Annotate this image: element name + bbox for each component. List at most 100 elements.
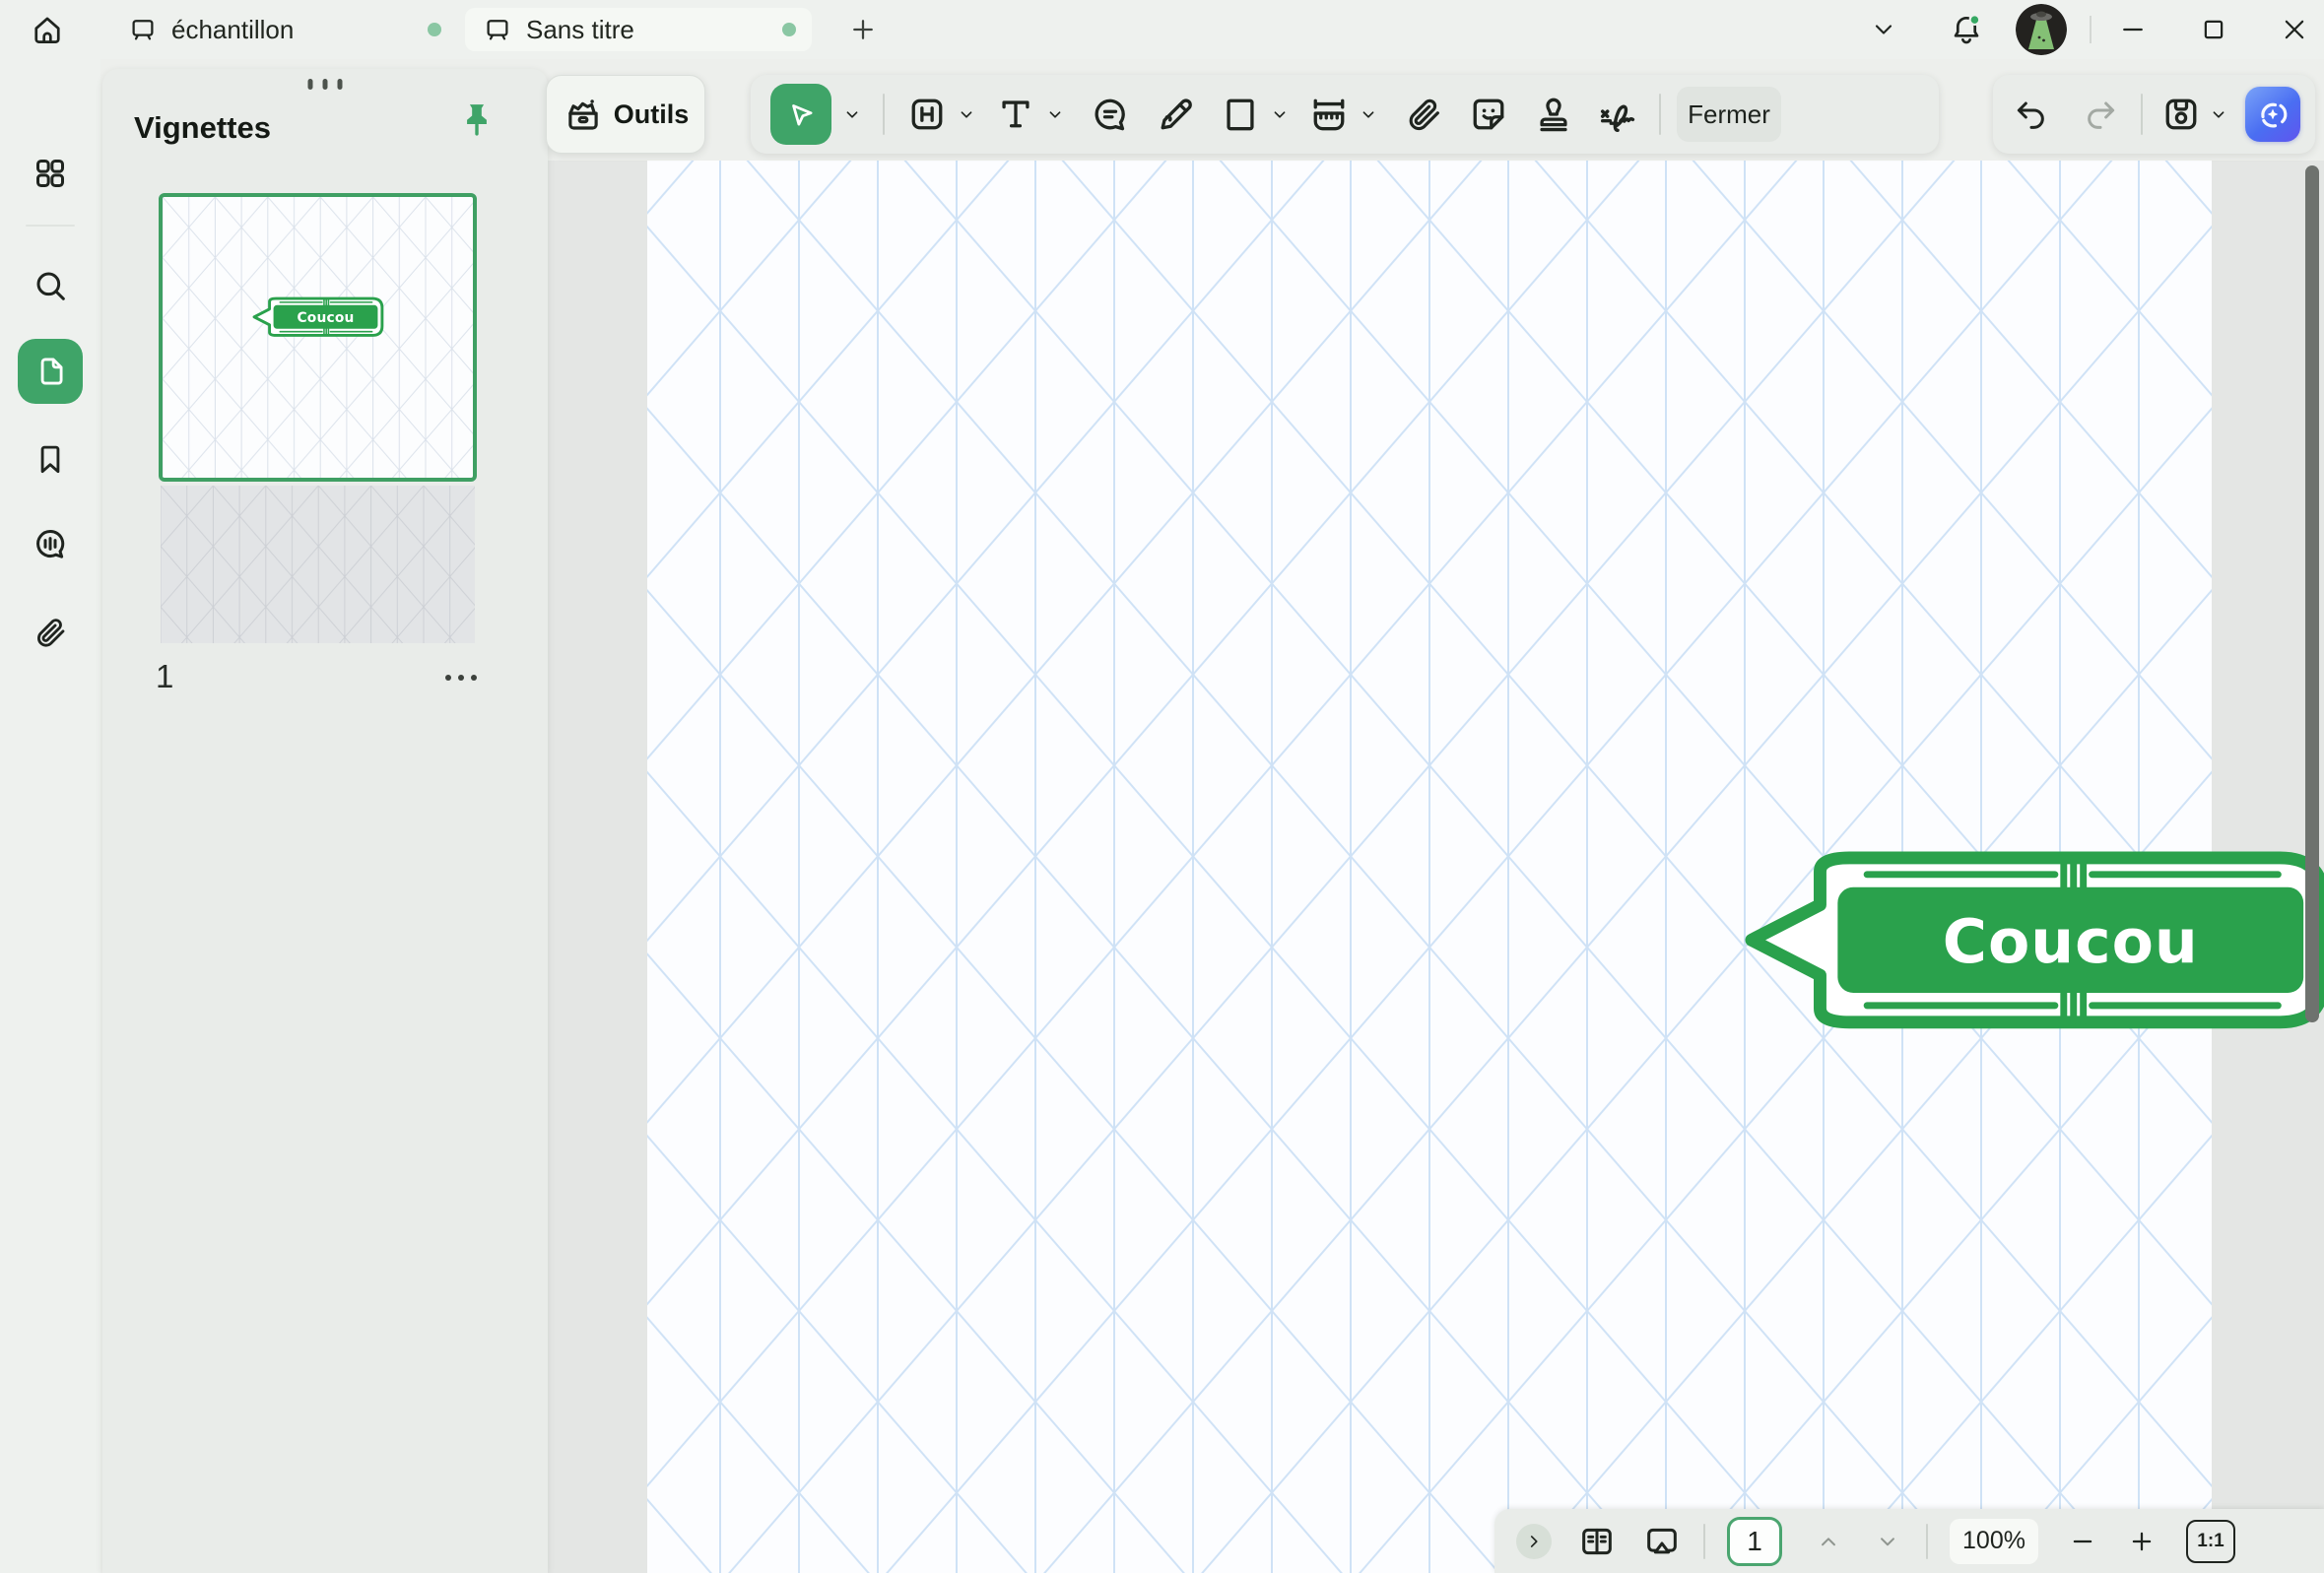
comment-tool-button[interactable] (1088, 92, 1133, 137)
text-tool-button[interactable] (993, 92, 1038, 137)
bell-icon (1949, 12, 1984, 47)
page-number-label: 1 (156, 658, 173, 695)
text-icon (994, 93, 1037, 136)
copilot-button[interactable] (2245, 87, 2300, 142)
panel-drag-handle[interactable] (308, 79, 343, 90)
new-tab-button[interactable] (845, 12, 881, 47)
voice-notes-button[interactable] (31, 524, 70, 563)
collapse-statusbar-button[interactable] (1516, 1524, 1552, 1559)
page-number-value: 1 (1747, 1526, 1762, 1557)
undo-icon (2012, 95, 2051, 134)
search-button[interactable] (31, 266, 70, 305)
chevron-down-icon (1044, 103, 1066, 125)
zoom-out-button[interactable] (2068, 1527, 2097, 1556)
actual-size-label: 1:1 (2197, 1531, 2224, 1552)
titlebar-divider (2090, 16, 2092, 43)
rail-divider (26, 225, 75, 227)
sticker-tool-button[interactable] (1466, 92, 1511, 137)
save-icon (2159, 93, 2203, 136)
status-bar: 1 100% 1:1 (1494, 1509, 2324, 1573)
coucou-banner[interactable] (1734, 844, 2324, 1036)
search-icon (31, 266, 70, 305)
minimize-button[interactable] (2110, 10, 2156, 49)
redo-button-disabled[interactable] (2078, 92, 2123, 137)
pin-panel-button[interactable] (449, 95, 504, 154)
close-icon (2280, 15, 2309, 44)
ruler-tool-button[interactable] (1306, 92, 1352, 137)
titlebar: échantillon Sans titre (0, 0, 2324, 59)
two-page-view-button[interactable] (1577, 1522, 1617, 1561)
chevron-down-icon (1358, 103, 1379, 125)
save-button[interactable] (2158, 92, 2204, 137)
page-thumbnail-1[interactable] (159, 193, 477, 482)
signature-tool-button[interactable] (1596, 92, 1641, 137)
heading-icon (905, 93, 949, 136)
close-editing-label: Fermer (1688, 99, 1770, 130)
attach-tool-button[interactable] (1401, 92, 1446, 137)
stamp-icon (1532, 93, 1575, 136)
grid-icon (31, 154, 70, 193)
pen-tool-button[interactable] (1153, 92, 1198, 137)
app-window: Coucou échantillon Sans titre (0, 0, 2324, 1573)
tab-echantillon[interactable]: échantillon (110, 8, 457, 51)
next-page-button[interactable] (1875, 1529, 1900, 1554)
avatar[interactable] (2016, 4, 2067, 55)
paperclip-icon (1403, 94, 1444, 135)
apps-button[interactable] (31, 154, 70, 193)
heading-tool-button[interactable] (904, 92, 950, 137)
page-number-input[interactable]: 1 (1727, 1517, 1782, 1566)
shape-tool-button[interactable] (1218, 92, 1263, 137)
zoom-in-button[interactable] (2127, 1527, 2157, 1556)
paperclip-icon (32, 614, 69, 651)
close-window-button[interactable] (2272, 10, 2317, 49)
airplay-icon (1642, 1522, 1682, 1561)
minimize-icon (2118, 15, 2148, 44)
statusbar-divider (1926, 1524, 1928, 1559)
tab-sans-titre[interactable]: Sans titre (465, 8, 812, 51)
signature-icon (1596, 92, 1641, 137)
tools-label: Outils (614, 99, 690, 130)
thumbnails-panel: Vignettes 1 (102, 69, 548, 1573)
previous-page-button[interactable] (1816, 1529, 1841, 1554)
ruler-tool-dropdown[interactable] (1356, 103, 1381, 125)
notifications-button[interactable] (1943, 6, 1990, 53)
maximize-button[interactable] (2191, 10, 2236, 49)
close-editing-button[interactable]: Fermer (1677, 87, 1781, 142)
select-tool-dropdown[interactable] (839, 103, 865, 125)
home-button[interactable] (24, 7, 71, 52)
save-dropdown[interactable] (2206, 103, 2231, 125)
undo-button[interactable] (2009, 92, 2054, 137)
canvas[interactable] (647, 161, 2212, 1573)
stamp-tool-button[interactable] (1531, 92, 1576, 137)
page-icon (32, 353, 69, 390)
maximize-icon (2199, 15, 2228, 44)
select-tool-button-active[interactable] (770, 84, 831, 145)
zoom-level-value: 100% (1962, 1527, 2025, 1555)
heading-tool-dropdown[interactable] (954, 103, 979, 125)
bookmarks-button[interactable] (32, 440, 69, 478)
tab-label: échantillon (171, 15, 294, 45)
thumbnail-banner (250, 295, 385, 339)
panel-title: Vignettes (134, 110, 271, 146)
text-tool-dropdown[interactable] (1042, 103, 1068, 125)
vertical-scrollbar[interactable] (2305, 165, 2319, 1022)
sticker-icon (1467, 93, 1510, 136)
unsaved-dot (782, 23, 796, 36)
pen-icon (1154, 93, 1197, 136)
attachments-button[interactable] (32, 614, 69, 651)
tools-button[interactable]: Outils (546, 75, 705, 154)
notification-dot (1970, 15, 1980, 25)
zoom-level-button[interactable]: 100% (1950, 1519, 2038, 1564)
cursor-icon (784, 98, 818, 131)
chevron-down-icon (841, 103, 863, 125)
pages-button-active[interactable] (18, 339, 83, 404)
shape-tool-dropdown[interactable] (1267, 103, 1293, 125)
page-options-button[interactable] (433, 656, 489, 699)
chevron-up-icon (1816, 1529, 1841, 1554)
page-overflow-preview (161, 486, 475, 643)
statusbar-divider (1703, 1524, 1705, 1559)
history-toolbar (1993, 75, 2315, 154)
window-menu-button[interactable] (1862, 10, 1905, 49)
actual-size-button[interactable]: 1:1 (2186, 1520, 2235, 1563)
present-button[interactable] (1642, 1522, 1682, 1561)
